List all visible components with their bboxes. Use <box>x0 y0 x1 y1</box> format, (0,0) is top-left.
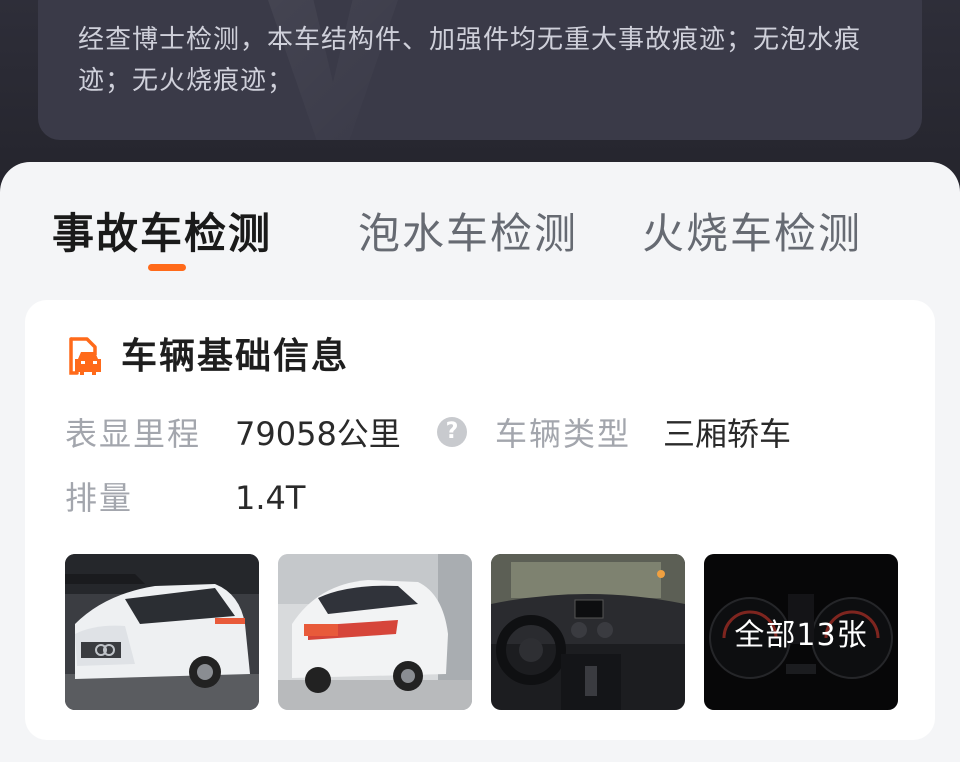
vehicle-photo-strip: 全部13张 <box>65 554 905 714</box>
active-tab-indicator <box>148 264 186 271</box>
vehicle-type-label: 车辆类型 <box>495 415 632 453</box>
help-icon[interactable]: ? <box>437 417 467 447</box>
mileage-value: 79058公里 <box>235 415 401 453</box>
card-title: 车辆基础信息 <box>121 336 350 377</box>
inspection-summary-text: 经查博士检测，本车结构件、加强件均无重大事故痕迹；无泡水痕迹；无火烧痕迹； <box>78 25 862 96</box>
instrument-cluster-photo[interactable]: 全部13张 <box>704 554 898 710</box>
displacement-value: 1.4T <box>235 479 306 517</box>
interior-dashboard-photo[interactable] <box>491 554 685 710</box>
inspection-summary-card: 经查博士检测，本车结构件、加强件均无重大事故痕迹；无泡水痕迹；无火烧痕迹； <box>38 0 922 140</box>
car-document-icon <box>69 337 101 375</box>
tab-accident-inspection[interactable]: 事故车检测 <box>52 200 272 261</box>
vehicle-basic-info-card: 车辆基础信息 表显里程 79058公里 ? 车辆类型 三厢轿车 排量 1.4T <box>25 300 935 740</box>
view-all-photos-label[interactable]: 全部13张 <box>704 554 898 710</box>
rear-exterior-photo[interactable] <box>278 554 472 710</box>
tab-fire-inspection[interactable]: 火烧车检测 <box>642 200 862 261</box>
inspection-tabs: 事故车检测 泡水车检测 火烧车检测 <box>0 162 960 292</box>
front-exterior-photo[interactable] <box>65 554 259 710</box>
vehicle-type-value: 三厢轿车 <box>663 415 792 453</box>
mileage-label: 表显里程 <box>65 415 202 453</box>
displacement-label: 排量 <box>65 479 134 517</box>
tab-flood-inspection[interactable]: 泡水车检测 <box>358 200 578 261</box>
